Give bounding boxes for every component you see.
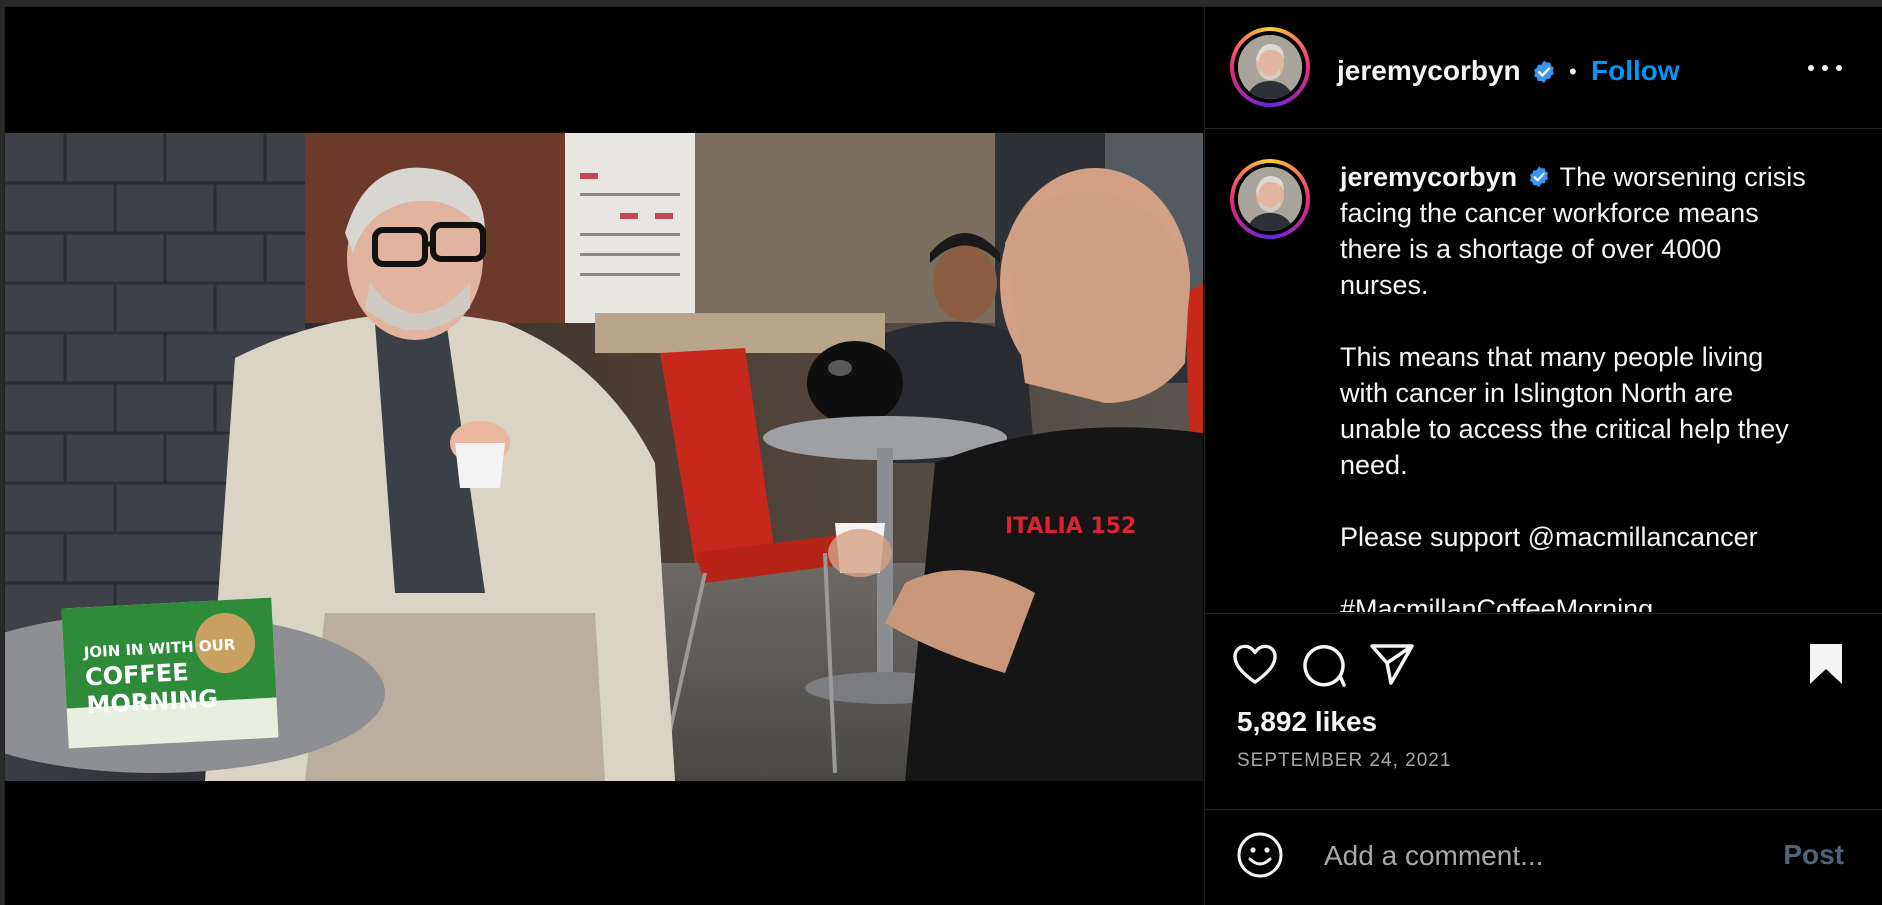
header-username[interactable]: jeremycorbyn	[1337, 55, 1521, 87]
caption-area: jeremycorbyn The worsening crisis facing…	[1205, 129, 1882, 612]
caption-avatar[interactable]	[1230, 159, 1310, 239]
follow-button[interactable]: Follow	[1591, 55, 1680, 87]
author-avatar[interactable]	[1230, 27, 1310, 107]
caption-paragraph-4[interactable]: #MacmillanCoffeeMorning	[1340, 591, 1815, 612]
post-caption: jeremycorbyn The worsening crisis facing…	[1340, 159, 1815, 612]
likes-count[interactable]: 5,892 likes	[1237, 706, 1377, 738]
paper-plane-icon[interactable]	[1369, 642, 1415, 686]
heart-icon[interactable]	[1232, 644, 1278, 686]
avatar-photo	[1238, 35, 1302, 99]
svg-text:ITALIA 152: ITALIA 152	[1005, 514, 1136, 539]
more-options-icon[interactable]	[1808, 63, 1842, 73]
bookmark-icon[interactable]	[1806, 642, 1846, 686]
post-photo[interactable]: ITALIA 152 JOIN IN WITH OUR COFFEE MORNI…	[5, 133, 1203, 781]
post-media: ITALIA 152 JOIN IN WITH OUR COFFEE MORNI…	[5, 7, 1203, 905]
smiley-icon[interactable]	[1236, 831, 1284, 879]
comment-bubble-icon[interactable]	[1301, 642, 1347, 688]
caption-paragraph-2: This means that many people living with …	[1340, 342, 1789, 480]
post-date: SEPTEMBER 24, 2021	[1237, 750, 1452, 771]
post-comment-button[interactable]: Post	[1783, 839, 1844, 871]
comment-composer: Post	[1205, 809, 1882, 905]
caption-paragraph-3: Please support @macmillancancer	[1340, 522, 1758, 552]
post-dialog: ITALIA 152 JOIN IN WITH OUR COFFEE MORNI…	[4, 6, 1882, 905]
caption-username[interactable]: jeremycorbyn	[1340, 162, 1517, 192]
post-side-panel: jeremycorbyn • Follow jeremycorbyn The w…	[1204, 7, 1882, 905]
verified-badge-icon	[1534, 60, 1554, 83]
comment-input[interactable]	[1322, 835, 1766, 877]
separator-dot: •	[1569, 59, 1577, 84]
post-actions: 5,892 likes SEPTEMBER 24, 2021	[1205, 613, 1882, 810]
caption-verified-badge-icon	[1529, 166, 1548, 188]
post-header: jeremycorbyn • Follow	[1205, 7, 1882, 129]
